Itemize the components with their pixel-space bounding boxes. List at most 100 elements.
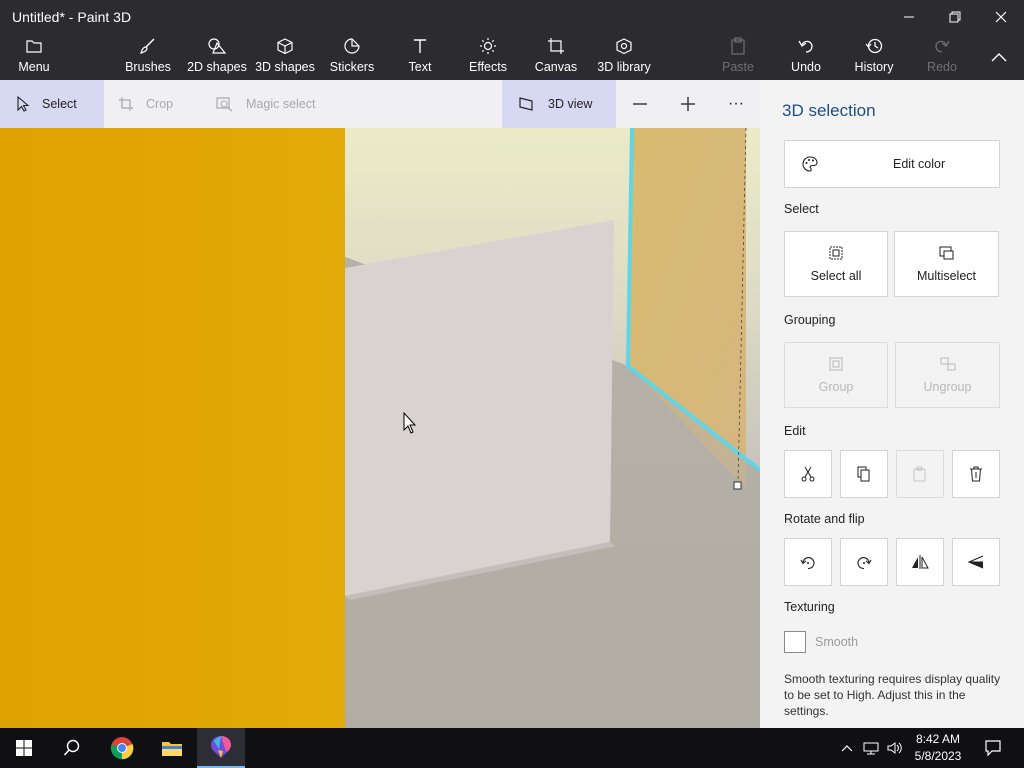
copy-icon: [857, 466, 870, 482]
taskbar-clock[interactable]: 8:42 AM 5/8/2023: [906, 731, 970, 765]
flip-vertical-button[interactable]: [952, 538, 1000, 586]
tool-bar: Select Crop Magic select 3D view ···: [0, 80, 760, 128]
panel-title: 3D selection: [782, 101, 876, 120]
multiselect-button[interactable]: Multiselect: [894, 231, 999, 297]
close-button[interactable]: [978, 0, 1024, 34]
start-button[interactable]: [0, 728, 48, 768]
redo-button[interactable]: Redo: [922, 34, 962, 80]
volume-button[interactable]: [884, 728, 906, 768]
select-tool[interactable]: Select: [0, 80, 104, 128]
cut-button[interactable]: [784, 450, 832, 498]
copy-button[interactable]: [840, 450, 888, 498]
undo-button[interactable]: Undo: [786, 34, 826, 80]
search-icon: [63, 739, 80, 756]
zoom-out-button[interactable]: [626, 80, 654, 128]
grouping-heading: Grouping: [784, 313, 836, 327]
texturing-heading: Texturing: [784, 600, 835, 614]
volume-icon: [887, 742, 902, 754]
history-button[interactable]: History: [852, 34, 896, 80]
magic-select-icon: [216, 97, 233, 112]
smooth-label: Smooth: [815, 635, 859, 649]
paint-3d-icon: [211, 736, 231, 758]
brush-icon: [140, 38, 155, 54]
folder-icon: [162, 742, 182, 756]
paste-panel-button[interactable]: [896, 450, 944, 498]
search-button[interactable]: [48, 728, 96, 768]
3d-selection-panel: 3D selection Edit color Select Select al…: [760, 80, 1024, 728]
collapse-ribbon-button[interactable]: [984, 34, 1014, 80]
sticker-icon: [344, 38, 360, 54]
notification-icon: [985, 740, 1001, 757]
cursor-icon: [17, 96, 30, 112]
select-all-icon: [829, 246, 843, 260]
minimize-button[interactable]: [886, 0, 932, 34]
window-title: Untitled* - Paint 3D: [12, 9, 132, 25]
chrome-taskbar-button[interactable]: [98, 728, 146, 768]
3d-scene[interactable]: [0, 128, 760, 728]
resize-handle[interactable]: [733, 481, 742, 490]
effects-button[interactable]: Effects: [464, 34, 512, 80]
show-hidden-icons-button[interactable]: [836, 728, 858, 768]
paste-icon: [913, 466, 926, 482]
shapes-2d-icon: [208, 38, 227, 54]
file-explorer-taskbar-button[interactable]: [148, 728, 196, 768]
3d-library-button[interactable]: 3D library: [594, 34, 654, 80]
network-icon: [863, 742, 879, 755]
rotate-right-icon: [857, 557, 872, 570]
3d-shapes-button[interactable]: 3D shapes: [254, 34, 316, 80]
crop-icon: [119, 97, 133, 111]
edit-heading: Edit: [784, 424, 806, 438]
stickers-button[interactable]: Stickers: [326, 34, 378, 80]
chevron-up-icon: [991, 53, 1007, 62]
multiselect-icon: [939, 246, 953, 260]
text-button[interactable]: Text: [398, 34, 442, 80]
flip-vertical-icon: [967, 555, 984, 569]
scissors-icon: [801, 466, 815, 482]
undo-icon: [798, 40, 813, 53]
chevron-up-icon: [841, 745, 853, 752]
canvas-area[interactable]: [0, 128, 760, 728]
select-all-button[interactable]: Select all: [784, 231, 888, 297]
more-options-button[interactable]: ···: [722, 80, 750, 128]
magic-select-tool[interactable]: Magic select: [216, 80, 336, 128]
canvas-button[interactable]: Canvas: [532, 34, 580, 80]
redo-icon: [935, 40, 950, 53]
rotate-flip-heading: Rotate and flip: [784, 512, 865, 526]
group-button[interactable]: Group: [784, 342, 888, 408]
flip-horizontal-button[interactable]: [896, 538, 944, 586]
smooth-checkbox[interactable]: [784, 631, 806, 653]
delete-button[interactable]: [952, 450, 1000, 498]
trash-icon: [970, 466, 982, 482]
3d-view-icon: [519, 97, 533, 111]
ungroup-button[interactable]: Ungroup: [895, 342, 1000, 408]
3d-view-toggle[interactable]: 3D view: [502, 80, 616, 128]
group-icon: [829, 357, 843, 371]
canvas-icon: [548, 38, 564, 54]
rotate-left-button[interactable]: [784, 538, 832, 586]
2d-shapes-button[interactable]: 2D shapes: [186, 34, 248, 80]
network-button[interactable]: [860, 728, 882, 768]
sun-icon: [480, 38, 496, 54]
rotate-left-icon: [800, 557, 815, 570]
chrome-icon: [110, 737, 134, 760]
zoom-in-button[interactable]: [674, 80, 702, 128]
folder-icon: [26, 40, 42, 53]
minus-icon: [633, 103, 647, 105]
crop-tool[interactable]: Crop: [118, 80, 198, 128]
history-icon: [865, 38, 883, 54]
select-heading: Select: [784, 202, 819, 216]
palette-icon: [802, 156, 818, 172]
yellow-wall: [0, 128, 345, 728]
paste-button[interactable]: Paste: [718, 34, 758, 80]
taskbar: 8:42 AM 5/8/2023: [0, 728, 1024, 768]
plus-icon: [681, 97, 695, 111]
paint-3d-taskbar-button[interactable]: [197, 728, 245, 768]
restore-button[interactable]: [932, 0, 978, 34]
edit-color-button[interactable]: Edit color: [784, 140, 1000, 188]
library-icon: [616, 38, 632, 55]
rotate-right-button[interactable]: [840, 538, 888, 586]
ribbon: Menu Brushes 2D shapes 3D shapes Sticker…: [0, 34, 1024, 80]
brushes-button[interactable]: Brushes: [122, 34, 174, 80]
action-center-button[interactable]: [978, 728, 1008, 768]
menu-button[interactable]: Menu: [10, 34, 58, 80]
